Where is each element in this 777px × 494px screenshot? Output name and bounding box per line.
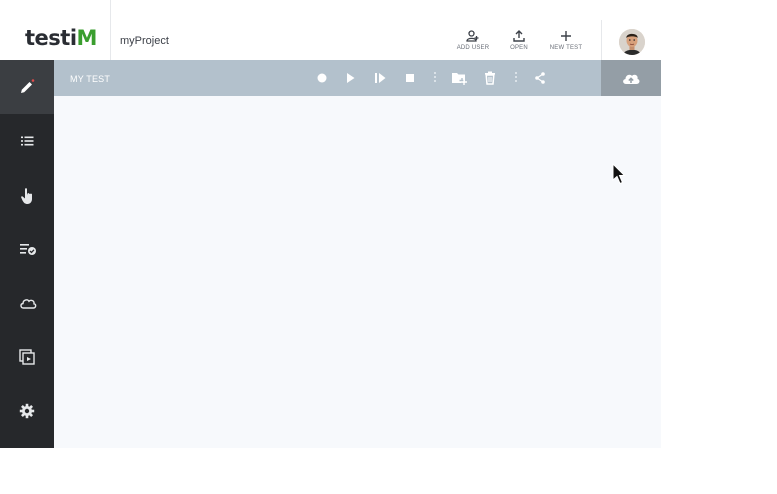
testim-logo[interactable]: testiM [25, 28, 97, 49]
play-icon[interactable] [342, 70, 358, 86]
app-window: testiM myProject ADD USER OPEN NEW TEST [0, 0, 661, 448]
test-toolbar: MY TEST [54, 60, 601, 96]
project-name[interactable]: myProject [120, 35, 169, 47]
edit-icon [21, 79, 35, 93]
avatar-area [601, 20, 662, 60]
test-name[interactable]: MY TEST [70, 74, 110, 84]
sidebar-item-editor[interactable] [0, 60, 54, 114]
sidebar-item-test-runs[interactable] [0, 222, 54, 276]
save-to-cloud-button[interactable] [601, 60, 661, 96]
kebab-icon[interactable] [434, 72, 436, 84]
top-header: testiM myProject ADD USER OPEN NEW TEST [0, 0, 661, 60]
sidebar-item-actions[interactable] [0, 168, 54, 222]
new-test-button[interactable]: NEW TEST [541, 30, 591, 51]
add-user-button[interactable]: ADD USER [448, 30, 498, 51]
stop-icon[interactable] [402, 70, 418, 86]
add-user-label: ADD USER [456, 45, 490, 51]
cloud-upload-icon [623, 74, 640, 84]
list-icon [21, 136, 34, 146]
upload-icon [513, 30, 525, 42]
test-canvas[interactable] [54, 96, 661, 448]
mouse-pointer-icon [612, 163, 626, 185]
window-icon [19, 349, 35, 365]
left-sidebar [0, 60, 54, 448]
open-button[interactable]: OPEN [494, 30, 544, 51]
open-label: OPEN [510, 45, 528, 51]
checklist-icon [20, 244, 36, 255]
trash-icon[interactable] [482, 70, 498, 86]
logo-area: testiM [0, 0, 111, 60]
sidebar-item-settings[interactable] [0, 384, 54, 438]
add-user-icon [466, 30, 479, 42]
share-icon[interactable] [532, 70, 548, 86]
hand-pointer-icon [21, 188, 32, 204]
sidebar-item-cloud[interactable] [0, 276, 54, 330]
logo-text: testi [25, 26, 77, 50]
cloud-icon [20, 299, 37, 309]
logo-mark: M [76, 26, 98, 50]
sidebar-item-steps[interactable] [0, 114, 54, 168]
sidebar-item-suites[interactable] [0, 330, 54, 384]
user-avatar[interactable] [619, 29, 645, 55]
plus-icon [561, 31, 571, 41]
record-icon[interactable] [314, 70, 330, 86]
kebab-icon[interactable] [515, 72, 517, 84]
step-forward-icon[interactable] [372, 70, 388, 86]
add-folder-icon[interactable] [451, 70, 467, 86]
gear-icon [19, 403, 35, 419]
new-test-label: NEW TEST [549, 45, 583, 51]
